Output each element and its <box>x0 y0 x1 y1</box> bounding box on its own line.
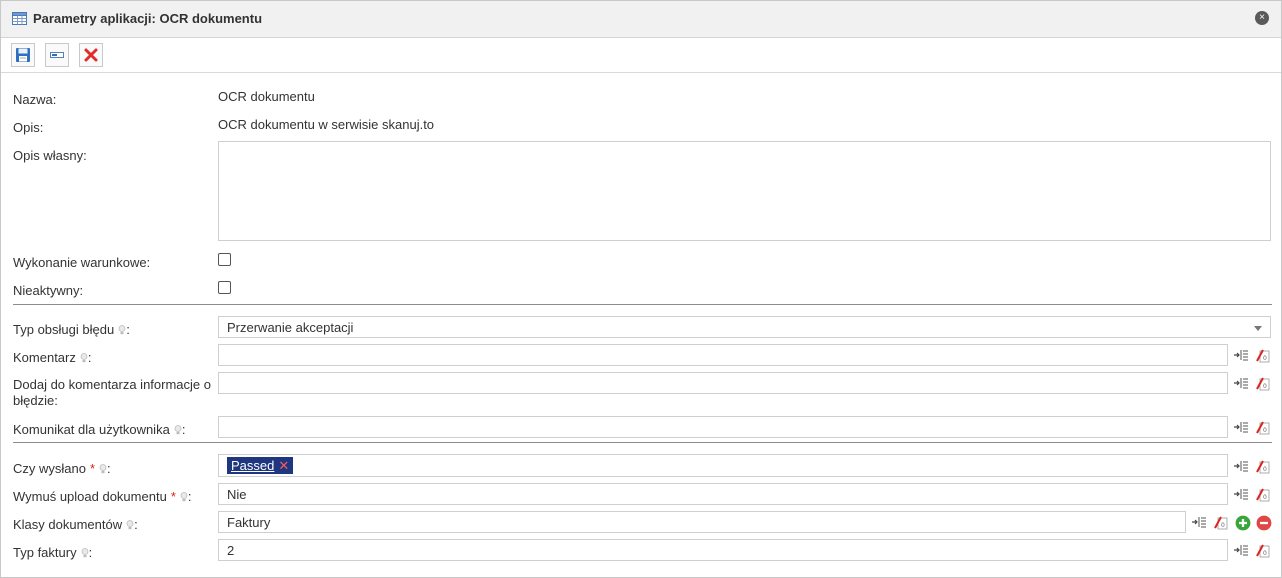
komunikat-colon: : <box>181 422 186 437</box>
czy-wyslano-label-text: Czy wysłano <box>13 461 86 476</box>
nieaktywny-checkbox[interactable] <box>218 281 231 294</box>
hint-bulb-icon[interactable] <box>126 520 134 530</box>
svg-text:0: 0 <box>1221 522 1225 529</box>
insert-variable-icon[interactable] <box>1233 419 1249 435</box>
save-button[interactable] <box>11 43 35 67</box>
section-divider <box>13 304 1272 305</box>
insert-variable-icon[interactable] <box>1233 347 1249 363</box>
hint-bulb-icon[interactable] <box>81 548 89 558</box>
function-editor-icon[interactable]: 0 <box>1254 458 1270 474</box>
insert-variable-icon[interactable] <box>1233 375 1249 391</box>
komentarz-input[interactable] <box>218 344 1228 366</box>
typ-obslugi-bledu-select[interactable]: Przerwanie akceptacji <box>218 316 1271 338</box>
svg-text:0: 0 <box>1263 427 1267 434</box>
typ-faktury-input[interactable]: 2 <box>218 539 1228 561</box>
typ-faktury-label-text: Typ faktury <box>13 545 77 560</box>
app-parameters-dialog: Parametry aplikacji: OCR dokumentu × Naz… <box>0 0 1282 578</box>
section-divider <box>13 442 1272 443</box>
opis-value: OCR dokumentu w serwisie skanuj.to <box>218 117 435 132</box>
hint-bulb-icon[interactable] <box>118 325 126 335</box>
form-view-button[interactable] <box>45 43 69 67</box>
table-icon <box>12 12 27 25</box>
svg-text:0: 0 <box>1263 494 1267 501</box>
toolbar <box>1 38 1281 73</box>
dodaj-do-komentarza-input[interactable] <box>218 372 1228 394</box>
dialog-titlebar: Parametry aplikacji: OCR dokumentu × <box>1 1 1281 38</box>
komentarz-label-text: Komentarz <box>13 350 76 365</box>
save-icon <box>16 48 30 62</box>
form-icon <box>50 52 64 58</box>
function-editor-icon[interactable]: 0 <box>1212 514 1228 530</box>
wymus-upload-label: Wymuś upload dokumentu *: <box>13 489 192 504</box>
chevron-down-icon <box>1254 326 1262 331</box>
komunikat-input[interactable] <box>218 416 1228 438</box>
hint-bulb-icon[interactable] <box>174 425 182 435</box>
klasy-dokumentow-colon: : <box>134 517 138 532</box>
insert-variable-icon[interactable] <box>1233 458 1249 474</box>
wymus-upload-input[interactable]: Nie <box>218 483 1228 505</box>
hint-bulb-icon[interactable] <box>99 464 107 474</box>
function-editor-icon[interactable]: 0 <box>1254 542 1270 558</box>
remove-tag-icon[interactable]: ✕ <box>278 458 289 473</box>
wykonanie-warunkowe-label: Wykonanie warunkowe: <box>13 255 151 270</box>
function-editor-icon[interactable]: 0 <box>1254 419 1270 435</box>
function-editor-icon[interactable]: 0 <box>1254 347 1270 363</box>
svg-text:0: 0 <box>1263 550 1267 557</box>
passed-tag[interactable]: Passed ✕ <box>227 457 294 474</box>
typ-obslugi-bledu-label-text: Typ obsługi błędu <box>13 322 115 337</box>
typ-obslugi-bledu-colon: : <box>126 322 130 337</box>
nazwa-value: OCR dokumentu <box>218 89 315 104</box>
klasy-dokumentow-input[interactable]: Faktury <box>218 511 1186 533</box>
klasy-dokumentow-label: Klasy dokumentów: <box>13 517 138 532</box>
czy-wyslano-colon: : <box>107 461 111 476</box>
delete-icon <box>84 48 98 62</box>
passed-tag-text: Passed <box>231 458 275 473</box>
insert-variable-icon[interactable] <box>1191 514 1207 530</box>
wymus-upload-label-text: Wymuś upload dokumentu <box>13 489 167 504</box>
nieaktywny-label: Nieaktywny: <box>13 283 84 298</box>
komentarz-label: Komentarz: <box>13 350 92 365</box>
czy-wyslano-label: Czy wysłano *: <box>13 461 111 476</box>
wymus-upload-colon: : <box>187 489 192 504</box>
opis-wlasny-label: Opis własny: <box>13 148 87 163</box>
opis-wlasny-textarea[interactable] <box>218 141 1271 241</box>
hint-bulb-icon[interactable] <box>180 492 188 502</box>
svg-text:0: 0 <box>1263 466 1267 473</box>
opis-label: Opis: <box>13 120 44 135</box>
komunikat-label: Komunikat dla użytkownika: <box>13 422 185 437</box>
dodaj-do-komentarza-label-line2: błędzie: <box>13 393 58 408</box>
add-circle-icon[interactable] <box>1235 515 1251 531</box>
komunikat-label-text: Komunikat dla użytkownika <box>13 422 170 437</box>
close-dialog-button[interactable]: × <box>1255 11 1269 25</box>
required-marker: * <box>170 489 176 504</box>
dodaj-do-komentarza-label: Dodaj do komentarza informacje o błędzie… <box>13 377 211 409</box>
insert-variable-icon[interactable] <box>1233 486 1249 502</box>
remove-circle-icon[interactable] <box>1256 515 1272 531</box>
typ-faktury-colon: : <box>88 545 93 560</box>
komentarz-colon: : <box>87 350 92 365</box>
required-marker: * <box>89 461 96 476</box>
klasy-dokumentow-label-text: Klasy dokumentów <box>13 517 123 532</box>
svg-text:0: 0 <box>1263 383 1267 390</box>
svg-text:0: 0 <box>1263 355 1267 362</box>
delete-button[interactable] <box>79 43 103 67</box>
typ-obslugi-bledu-label: Typ obsługi błędu: <box>13 322 130 337</box>
hint-bulb-icon[interactable] <box>80 353 88 363</box>
czy-wyslano-input[interactable]: Passed ✕ <box>218 454 1228 477</box>
function-editor-icon[interactable]: 0 <box>1254 486 1270 502</box>
insert-variable-icon[interactable] <box>1233 542 1249 558</box>
typ-obslugi-bledu-selected: Przerwanie akceptacji <box>227 320 354 335</box>
nazwa-label: Nazwa: <box>13 92 57 107</box>
wykonanie-warunkowe-checkbox[interactable] <box>218 253 231 266</box>
dodaj-do-komentarza-label-line1: Dodaj do komentarza informacje o <box>13 377 211 392</box>
function-editor-icon[interactable]: 0 <box>1254 375 1270 391</box>
dialog-title: Parametry aplikacji: OCR dokumentu <box>33 11 263 26</box>
typ-faktury-label: Typ faktury: <box>13 545 92 560</box>
